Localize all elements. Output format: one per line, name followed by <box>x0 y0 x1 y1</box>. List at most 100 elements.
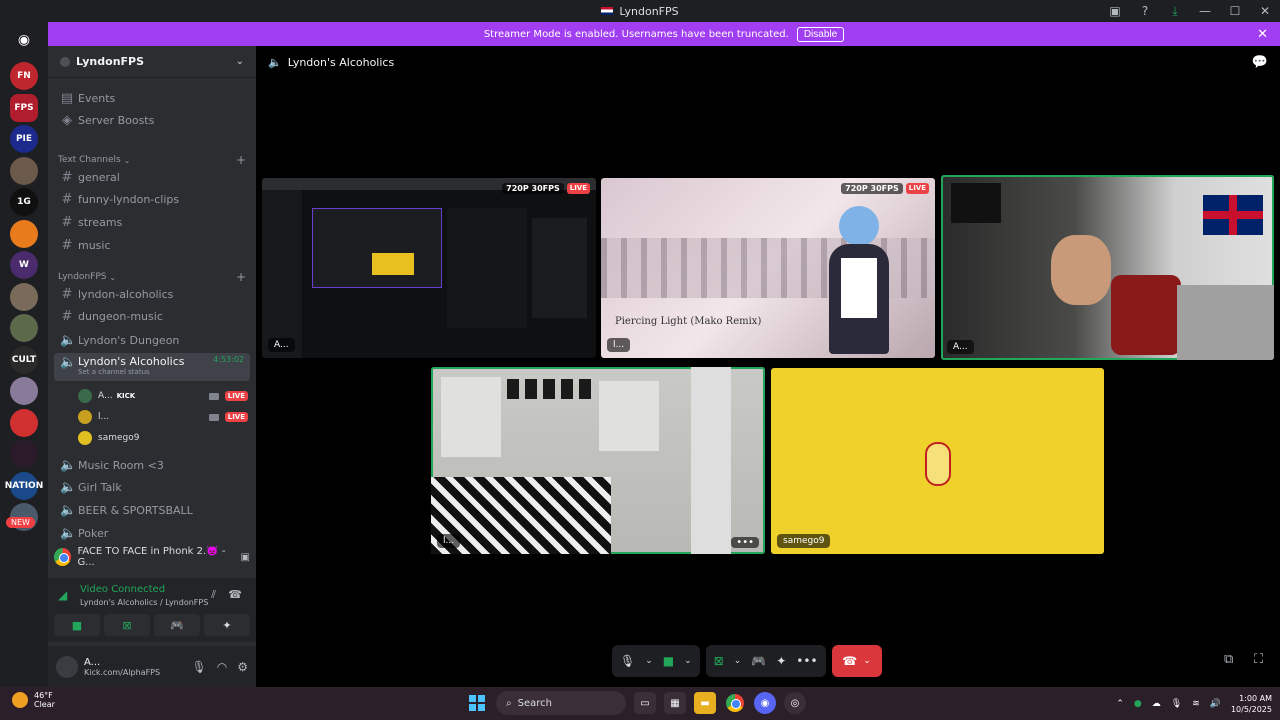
stream-tile-1[interactable]: 720P 30FPS LIVE A... <box>262 178 596 358</box>
end-call-button[interactable]: ☎ ⌄ <box>831 645 882 677</box>
screen-share-icon[interactable]: ⊠ <box>714 654 724 668</box>
chevron-down-icon[interactable]: ⌄ <box>684 656 692 666</box>
add-channel-icon[interactable]: + <box>236 153 246 167</box>
camera-tile-4[interactable]: l... ••• <box>431 367 765 554</box>
maximize-button[interactable]: ☐ <box>1220 0 1250 22</box>
server-icon[interactable] <box>10 282 38 311</box>
server-icon[interactable]: CULT <box>10 345 38 374</box>
stream-tile-2[interactable]: Piercing Light (Mako Remix) 720P 30FPS L… <box>601 178 935 358</box>
signal-icon[interactable]: ◢ <box>58 588 67 602</box>
chevron-down-icon[interactable]: ⌄ <box>645 656 653 666</box>
minimize-button[interactable]: — <box>1190 0 1220 22</box>
microphone-icon[interactable]: 🎙 <box>192 660 207 674</box>
disconnect-icon[interactable]: ☎ <box>228 588 242 601</box>
clock[interactable]: 1:00 AM 10/5/2025 <box>1231 693 1272 715</box>
text-channel-item[interactable]: # streams <box>54 212 250 232</box>
channel-status[interactable]: Set a channel status <box>78 368 185 376</box>
task-view-icon[interactable]: ▭ <box>634 692 656 714</box>
discord-home-icon[interactable]: ◉ <box>10 26 38 54</box>
activity-card[interactable]: FACE TO FACE in Phonk 2.👿 - G... ▣ <box>54 543 250 571</box>
help-icon[interactable]: ? <box>1130 0 1160 22</box>
disable-streamer-mode-button[interactable]: Disable <box>796 26 845 42</box>
category-text-channels[interactable]: Text Channels ⌄ + <box>58 153 246 167</box>
close-button[interactable]: ✕ <box>1250 0 1280 22</box>
camera-tile-3[interactable]: A... <box>941 175 1274 360</box>
download-icon[interactable]: ⤓ <box>1160 0 1190 22</box>
store-icon[interactable]: ▦ <box>664 692 686 714</box>
voice-user[interactable]: A... KICK LIVE <box>78 387 248 405</box>
gear-icon[interactable]: ⚙ <box>237 660 248 674</box>
chevron-up-icon[interactable]: ⌃ <box>1116 699 1124 709</box>
category-label: Text Channels <box>58 155 121 165</box>
chrome-taskbar-icon[interactable] <box>724 692 746 714</box>
camera-icon[interactable]: ■ <box>663 654 674 668</box>
text-channel-item[interactable]: # lyndon-alcoholics <box>54 284 250 304</box>
server-icon[interactable] <box>10 440 38 468</box>
server-icon[interactable]: NATION <box>5 471 43 500</box>
voice-channel-lyndons-dungeon[interactable]: 🔈 Lyndon's Dungeon <box>54 330 250 350</box>
sidebar-item-events[interactable]: ▤ Events <box>54 88 250 108</box>
server-icon[interactable]: W <box>10 251 38 279</box>
add-channel-icon[interactable]: + <box>236 270 246 284</box>
camera-icon: ■ <box>71 618 83 632</box>
voice-user[interactable]: l... LIVE <box>78 408 248 426</box>
windows-start-icon[interactable] <box>466 692 488 714</box>
weather-widget[interactable]: 46°F Clear <box>12 691 55 709</box>
text-channel-item[interactable]: # music <box>54 235 250 255</box>
server-icon[interactable] <box>10 377 38 405</box>
rtc-channel[interactable]: Lyndon's Alcoholics / LyndonFPS <box>80 598 208 607</box>
text-channel-item[interactable]: # dungeon-music <box>54 307 250 327</box>
stream-preview-icon[interactable]: ▣ <box>241 552 250 563</box>
chat-icon[interactable]: 💬 <box>1252 55 1268 70</box>
avatar-tile-5[interactable]: samego9 <box>771 368 1104 554</box>
volume-icon[interactable]: 🔊 <box>1210 699 1221 709</box>
server-icon[interactable]: 1G <box>10 188 38 216</box>
headphones-icon[interactable]: ◠ <box>217 660 227 674</box>
screen-share-button[interactable]: ⊠ <box>104 614 150 636</box>
camera-button[interactable]: ■ <box>54 614 100 636</box>
server-icon[interactable] <box>10 156 38 185</box>
tray-cloud-icon[interactable]: ☁ <box>1152 699 1161 709</box>
voice-channel-item[interactable]: 🔈 Music Room <3 <box>54 455 250 475</box>
server-icon[interactable] <box>10 219 38 248</box>
server-icon[interactable]: FPS <box>10 93 38 122</box>
noise-suppression-icon[interactable]: ⫽ <box>211 588 216 602</box>
close-banner-icon[interactable]: ✕ <box>1257 27 1268 42</box>
fullscreen-icon[interactable]: ⛶ <box>1254 652 1263 667</box>
weather-desc: Clear <box>34 700 55 709</box>
wifi-icon[interactable]: ≋ <box>1192 699 1200 709</box>
voice-channel-lyndons-alcoholics[interactable]: 🔈 Lyndon's Alcoholics Set a channel stat… <box>54 353 250 381</box>
soundboard-icon[interactable]: ✦ <box>776 654 786 668</box>
tray-mic-icon[interactable]: 🎙 <box>1171 699 1182 709</box>
voice-channel-item[interactable]: 🔈 Poker <box>54 523 250 543</box>
tray-app-icon[interactable]: ● <box>1134 699 1142 709</box>
server-icon[interactable] <box>10 314 38 342</box>
gamepad-icon[interactable]: 🎮 <box>751 654 766 668</box>
server-icon[interactable] <box>10 408 38 437</box>
discord-taskbar-icon[interactable]: ◉ <box>754 692 776 714</box>
soundboard-button[interactable]: ✦ <box>204 614 250 636</box>
taskbar-search[interactable]: ⌕ Search <box>496 691 626 715</box>
more-options-icon[interactable]: ••• <box>796 654 817 668</box>
server-icon[interactable]: PIE <box>10 125 38 153</box>
guild-header[interactable]: LyndonFPS ⌄ <box>48 46 256 78</box>
user-info[interactable]: A... Kick.com/AlphaFPS <box>84 657 160 677</box>
avatar[interactable] <box>56 655 78 678</box>
mic-control-group: 🎙 ⌄ ■ ⌄ <box>612 645 700 677</box>
sidebar-item-server-boosts[interactable]: ◈ Server Boosts <box>54 110 250 130</box>
chevron-down-icon[interactable]: ⌄ <box>734 656 742 666</box>
voice-user[interactable]: samego9 <box>78 429 248 447</box>
more-options-icon[interactable]: ••• <box>731 537 759 548</box>
pop-out-icon[interactable]: ⧉ <box>1224 652 1233 667</box>
text-channel-item[interactable]: # general <box>54 167 250 187</box>
voice-channel-item[interactable]: 🔈 BEER & SPORTSBALL <box>54 500 250 520</box>
file-explorer-icon[interactable]: ▬ <box>694 692 716 714</box>
text-channel-item[interactable]: # funny-lyndon-clips <box>54 190 250 210</box>
server-icon[interactable]: FN <box>10 62 38 90</box>
voice-channel-item[interactable]: 🔈 Girl Talk <box>54 478 250 498</box>
activity-button[interactable]: 🎮 <box>154 614 200 636</box>
app-taskbar-icon[interactable]: ◎ <box>784 692 806 714</box>
category-lyndonfps[interactable]: LyndonFPS ⌄ + <box>58 270 246 284</box>
microphone-icon[interactable]: 🎙 <box>620 654 635 668</box>
inbox-icon[interactable]: ▣ <box>1100 0 1130 22</box>
